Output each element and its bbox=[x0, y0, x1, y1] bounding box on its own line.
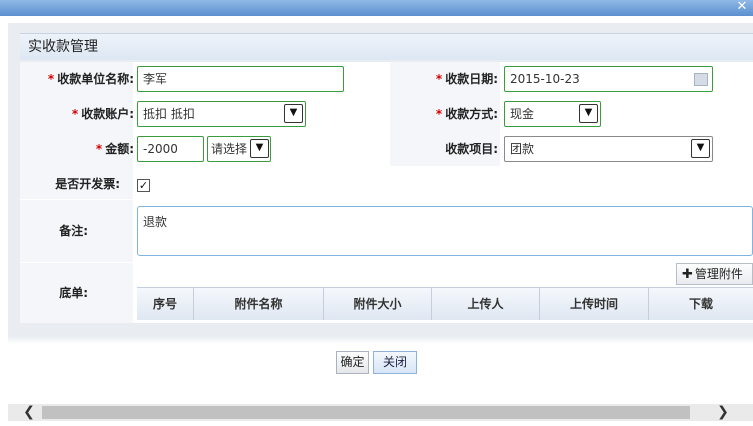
project-select[interactable]: 团款 ▼ bbox=[504, 136, 713, 162]
ok-button[interactable]: 确定 bbox=[336, 351, 369, 374]
method-select[interactable]: 现金 ▼ bbox=[504, 101, 601, 127]
date-label: * 收款日期: bbox=[435, 72, 498, 86]
chevron-down-icon[interactable]: ▼ bbox=[691, 139, 710, 158]
manage-attachments-label: 管理附件 bbox=[694, 267, 743, 281]
project-value: 团款 bbox=[510, 142, 535, 156]
amount-label: * 金额: bbox=[95, 142, 134, 156]
col-download: 下载 bbox=[649, 287, 753, 320]
scroll-right-icon[interactable]: ❯ bbox=[716, 404, 730, 421]
footer-separator bbox=[8, 336, 753, 344]
amount-input[interactable]: -2000 bbox=[137, 136, 204, 162]
remark-label: 备注: bbox=[59, 224, 88, 238]
plus-icon: ✚ bbox=[682, 267, 693, 282]
invoice-label: 是否开发票: bbox=[55, 177, 120, 191]
chevron-down-icon[interactable]: ▼ bbox=[284, 104, 303, 123]
account-value: 抵扣 抵扣 bbox=[143, 107, 195, 121]
chevron-down-icon[interactable]: ▼ bbox=[250, 139, 269, 158]
remark-textarea[interactable]: 退款 bbox=[137, 206, 753, 256]
col-upload-time: 上传时间 bbox=[540, 287, 649, 320]
account-select[interactable]: 抵扣 抵扣 ▼ bbox=[137, 101, 306, 127]
section-title: 实收款管理 bbox=[20, 33, 753, 60]
scrollbar-thumb[interactable] bbox=[42, 406, 690, 419]
unit-name-input[interactable]: 李军 bbox=[137, 66, 344, 92]
attachment-label: 底单: bbox=[59, 286, 88, 300]
date-value: 2015-10-23 bbox=[510, 72, 580, 86]
method-label: * 收款方式: bbox=[435, 107, 498, 121]
scroll-left-icon[interactable]: ❮ bbox=[22, 404, 36, 421]
method-value: 现金 bbox=[510, 107, 535, 121]
invoice-checkbox[interactable]: ✓ bbox=[137, 179, 150, 192]
currency-select[interactable]: 请选择 ▼ bbox=[207, 136, 271, 162]
account-label: * 收款账户: bbox=[71, 107, 134, 121]
col-file-name: 附件名称 bbox=[194, 287, 324, 320]
close-icon[interactable]: ✕ bbox=[735, 0, 749, 14]
col-file-size: 附件大小 bbox=[324, 287, 432, 320]
manage-attachments-button[interactable]: ✚ 管理附件 bbox=[676, 263, 753, 285]
col-uploader: 上传人 bbox=[432, 287, 540, 320]
col-index: 序号 bbox=[137, 287, 194, 320]
calendar-icon[interactable] bbox=[694, 73, 708, 86]
currency-value: 请选择 bbox=[211, 142, 248, 156]
chevron-down-icon[interactable]: ▼ bbox=[579, 104, 598, 123]
project-label: 收款项目: bbox=[445, 142, 498, 156]
date-input[interactable]: 2015-10-23 bbox=[504, 66, 713, 92]
close-button[interactable]: 关闭 bbox=[373, 351, 417, 374]
dialog-title-bar bbox=[0, 0, 753, 16]
unit-name-label: * 收款单位名称: bbox=[47, 72, 134, 86]
